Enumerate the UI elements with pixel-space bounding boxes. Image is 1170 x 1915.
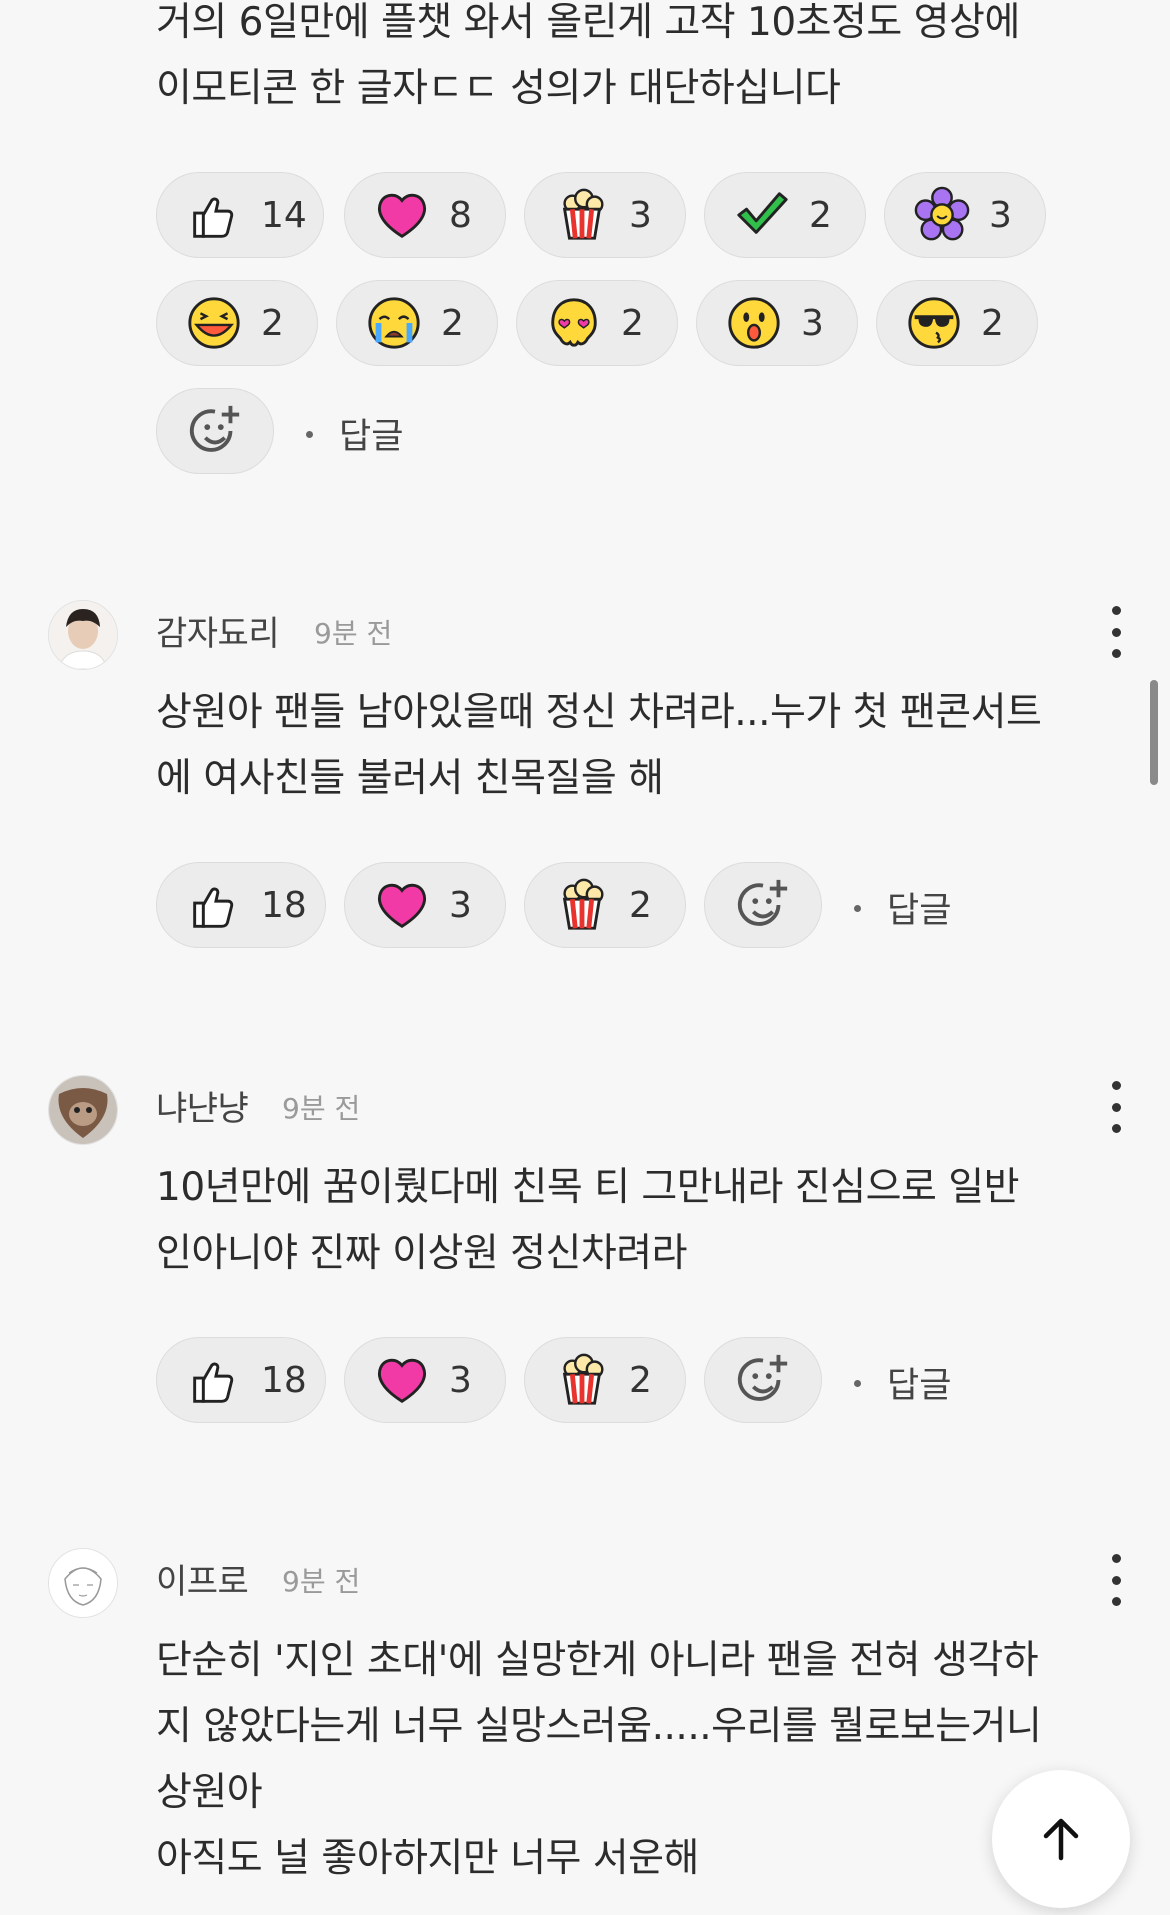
heart-icon	[377, 883, 427, 928]
comment-text: 단순히 '지인 초대'에 실망한게 아니라 팬을 전혀 생각하 지 않았다는게 …	[156, 1638, 1042, 1881]
comment-time: 9분 전	[314, 617, 393, 650]
reaction-count: 3	[989, 194, 1012, 236]
scrollbar[interactable]	[1150, 680, 1158, 785]
comment-header: 냐냔냥 9분 전	[48, 1075, 1128, 1145]
reaction-flower[interactable]: 3	[884, 172, 1046, 258]
comment-time: 9분 전	[282, 1565, 361, 1598]
more-options-button[interactable]	[1104, 1554, 1128, 1606]
author-name[interactable]: 냐냔냥	[156, 1081, 249, 1130]
reply-label: 답글	[339, 417, 404, 457]
reaction-count: 18	[261, 1359, 307, 1401]
popcorn-icon	[562, 878, 604, 930]
reaction-crying[interactable]: 2	[336, 280, 498, 366]
avatar[interactable]	[48, 600, 118, 670]
comment-time: 9분 전	[282, 1092, 361, 1125]
popcorn-icon	[562, 188, 604, 240]
thumbs-up-icon	[193, 197, 234, 238]
reaction-laughing[interactable]: 2	[156, 280, 318, 366]
reaction-check[interactable]: 2	[704, 172, 866, 258]
reply-label: 답글	[887, 1366, 952, 1406]
author-name[interactable]: 이프로	[156, 1554, 249, 1603]
reply-link[interactable]: 답글	[306, 408, 403, 459]
reaction-popcorn[interactable]: 2	[524, 862, 686, 948]
reaction-count: 2	[629, 884, 652, 926]
more-options-button[interactable]	[1104, 606, 1128, 658]
comment-header: 이프로 9분 전	[48, 1548, 1128, 1618]
reaction-count: 2	[621, 302, 644, 344]
reaction-count: 3	[801, 302, 824, 344]
add-reaction-button[interactable]	[704, 862, 822, 948]
add-reaction-button[interactable]	[704, 1337, 822, 1423]
reaction-count: 3	[629, 194, 652, 236]
heart-eyes-face-icon	[551, 298, 597, 347]
reaction-count: 8	[449, 194, 472, 236]
reaction-count: 2	[261, 302, 284, 344]
separator-dot	[854, 904, 861, 912]
reaction-heart[interactable]: 3	[344, 862, 506, 948]
add-emoji-icon	[737, 879, 788, 926]
reaction-sunglasses[interactable]: 2	[876, 280, 1038, 366]
reaction-count: 2	[809, 194, 832, 236]
thumbs-up-icon	[193, 1362, 234, 1403]
reaction-popcorn[interactable]: 2	[524, 1337, 686, 1423]
separator-dot	[306, 430, 313, 438]
reaction-thumbs-up[interactable]: 18	[156, 1337, 326, 1423]
reaction-heart[interactable]: 8	[344, 172, 506, 258]
reaction-count: 2	[981, 302, 1004, 344]
heart-icon	[377, 1358, 427, 1403]
laughing-face-icon	[188, 297, 240, 349]
reaction-count: 3	[449, 884, 472, 926]
scroll-to-top-button[interactable]	[992, 1770, 1130, 1908]
comment-header: 감자됴리 9분 전	[48, 600, 1128, 670]
reaction-count: 2	[441, 302, 464, 344]
more-options-button[interactable]	[1104, 1081, 1128, 1133]
reaction-thumbs-up[interactable]: 18	[156, 862, 326, 948]
separator-dot	[854, 1379, 861, 1387]
checkmark-icon	[737, 192, 788, 234]
add-emoji-icon	[737, 1354, 788, 1401]
comment-text: 10년만에 꿈이뤘다메 친목 티 그만내라 진심으로 일반 인아니야 진짜 이상…	[156, 1165, 1020, 1276]
avatar[interactable]	[48, 1548, 118, 1618]
surprised-face-icon	[728, 297, 780, 349]
reaction-popcorn[interactable]: 3	[524, 172, 686, 258]
crying-face-icon	[368, 297, 420, 349]
reaction-count: 14	[261, 194, 307, 236]
reply-link[interactable]: 답글	[854, 1357, 951, 1408]
comment-list: 거의 6일만에 플챗 와서 올린게 고작 10초정도 영상에 이모티콘 한 글자…	[0, 0, 1170, 1915]
flower-icon	[914, 186, 970, 241]
avatar[interactable]	[48, 1075, 118, 1145]
arrow-up-icon	[1043, 1818, 1079, 1861]
reaction-thumbs-up[interactable]: 14	[156, 172, 324, 258]
reaction-surprised[interactable]: 3	[696, 280, 858, 366]
comment-text: 상원아 팬들 남아있을때 정신 차려라...누가 첫 팬콘서트 에 여사친들 불…	[156, 690, 1042, 801]
comment-text: 거의 6일만에 플챗 와서 올린게 고작 10초정도 영상에 이모티콘 한 글자…	[156, 0, 1020, 111]
author-name[interactable]: 감자됴리	[156, 606, 280, 655]
reaction-count: 3	[449, 1359, 472, 1401]
reply-link[interactable]: 답글	[854, 882, 951, 933]
reaction-count: 2	[629, 1359, 652, 1401]
heart-icon	[377, 193, 427, 238]
sunglasses-face-icon	[908, 297, 960, 349]
reaction-count: 18	[261, 884, 307, 926]
thumbs-up-icon	[193, 887, 234, 928]
reply-label: 답글	[887, 891, 952, 931]
add-emoji-icon	[189, 405, 240, 452]
add-reaction-button[interactable]	[156, 388, 274, 474]
reaction-heart[interactable]: 3	[344, 1337, 506, 1423]
popcorn-icon	[562, 1353, 604, 1405]
reaction-heart-eyes[interactable]: 2	[516, 280, 678, 366]
